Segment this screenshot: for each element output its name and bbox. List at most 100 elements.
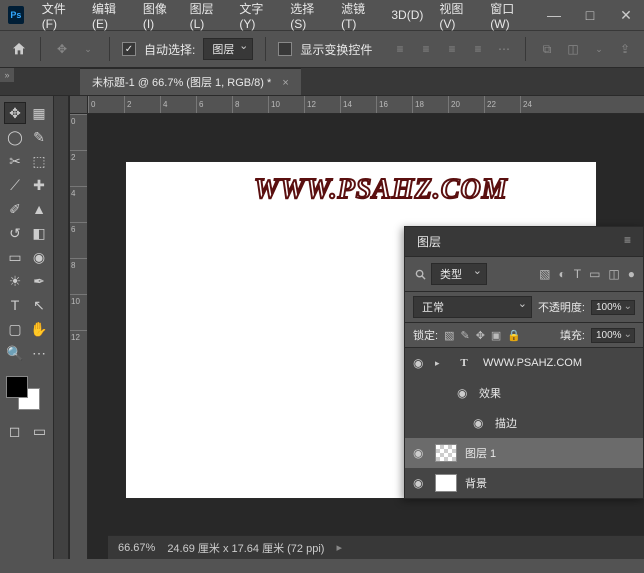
chevron-down-icon[interactable]: ⌄ (79, 40, 97, 58)
close-tab-icon[interactable]: × (282, 77, 288, 89)
divider (109, 37, 110, 61)
menu-image[interactable]: 图像(I) (135, 0, 182, 31)
layer-fx-group[interactable]: ◉ 效果 (405, 378, 643, 408)
visibility-toggle[interactable]: ◉ (457, 386, 471, 400)
horizontal-ruler[interactable]: 024681012141618202224 (88, 96, 644, 114)
app-logo: Ps (8, 6, 24, 24)
chevron-down-icon[interactable]: ⌄ (590, 40, 608, 58)
layer-fx-stroke[interactable]: ◉ 描边 (405, 408, 643, 438)
lock-pixels-icon[interactable]: ▧ (444, 329, 454, 342)
visibility-toggle[interactable]: ◉ (413, 446, 427, 460)
filter-type-icon[interactable]: T (574, 267, 581, 281)
show-transform-checkbox[interactable] (278, 42, 292, 56)
scroll-gutter[interactable] (54, 96, 69, 559)
eyedropper-tool[interactable]: ⟋ (4, 174, 26, 196)
menu-select[interactable]: 选择(S) (282, 0, 333, 31)
maximize-button[interactable]: □ (572, 0, 608, 30)
menu-filter[interactable]: 滤镜(T) (333, 0, 383, 31)
frame-tool[interactable]: ⬚ (28, 150, 50, 172)
quick-select-tool[interactable]: ✎ (28, 126, 50, 148)
overflow-icon[interactable]: ⧉ (538, 40, 556, 58)
lasso-tool[interactable]: ◯ (4, 126, 26, 148)
gradient-tool[interactable]: ▭ (4, 246, 26, 268)
blend-mode-dropdown[interactable]: 正常 (413, 296, 532, 318)
align-icon[interactable]: ≡ (417, 40, 435, 58)
edit-toolbar[interactable]: ⋯ (28, 342, 50, 364)
menu-view[interactable]: 视图(V) (431, 0, 482, 31)
home-icon[interactable] (10, 40, 28, 58)
hand-tool[interactable]: ✋ (28, 318, 50, 340)
menu-3d[interactable]: 3D(D) (383, 8, 431, 22)
vertical-ruler[interactable]: 024681012 (70, 114, 88, 559)
screen-mode-toggle[interactable]: ▭ (29, 420, 50, 442)
path-select-tool[interactable]: ↖ (28, 294, 50, 316)
collapsed-panel-toggle[interactable]: » (0, 68, 14, 82)
quick-mask-toggle[interactable]: ◻ (4, 420, 25, 442)
shape-tool[interactable]: ▢ (4, 318, 26, 340)
lock-artboard-icon[interactable]: ▣ (491, 329, 501, 342)
menu-layer[interactable]: 图层(L) (182, 0, 232, 31)
align-icon[interactable]: ≡ (469, 40, 487, 58)
lock-all-icon[interactable]: 🔒 (507, 329, 521, 342)
history-brush-tool[interactable]: ↺ (4, 222, 26, 244)
share-icon[interactable]: ⇪ (616, 40, 634, 58)
menu-window[interactable]: 窗口(W) (482, 0, 536, 31)
align-icon[interactable]: ≡ (443, 40, 461, 58)
blur-tool[interactable]: ◉ (28, 246, 50, 268)
layer-item-text[interactable]: ◉ ▸ T WWW.PSAHZ.COM (405, 348, 643, 378)
type-tool[interactable]: T (4, 294, 26, 316)
layer-name[interactable]: 背景 (465, 475, 487, 491)
fill-input[interactable]: 100% (591, 328, 635, 343)
search-icon[interactable] (413, 269, 427, 280)
stamp-tool[interactable]: ▲ (28, 198, 50, 220)
visibility-toggle[interactable]: ◉ (413, 476, 427, 490)
visibility-toggle[interactable]: ◉ (413, 356, 427, 370)
layers-panel-title[interactable]: 图层 (417, 233, 441, 250)
pen-tool[interactable]: ✒ (28, 270, 50, 292)
align-icon[interactable]: ≡ (391, 40, 409, 58)
layer-item-raster[interactable]: ◉ 图层 1 (405, 438, 643, 468)
eraser-tool[interactable]: ◧ (28, 222, 50, 244)
doc-dimensions[interactable]: 24.69 厘米 x 17.64 厘米 (72 ppi) (167, 540, 324, 556)
filter-shape-icon[interactable]: ▭ (589, 267, 600, 281)
ruler-origin[interactable] (70, 96, 88, 114)
filter-toggle-icon[interactable]: ● (628, 267, 635, 281)
filter-adjust-icon[interactable]: ◐ (558, 267, 565, 281)
menu-file[interactable]: 文件(F) (34, 0, 84, 31)
minimize-button[interactable]: — (536, 0, 572, 30)
filter-pixel-icon[interactable]: ▧ (539, 267, 550, 281)
chevron-right-icon[interactable]: ▸ (435, 358, 445, 369)
marquee-tool[interactable]: ▦ (28, 102, 50, 124)
menu-type[interactable]: 文字(Y) (231, 0, 282, 31)
lock-position-icon[interactable]: ✥ (476, 329, 485, 342)
layer-list: ◉ ▸ T WWW.PSAHZ.COM ◉ 效果 ◉ 描边 ◉ 图层 1 (405, 348, 643, 498)
document-tab[interactable]: 未标题-1 @ 66.7% (图层 1, RGB/8) * × (80, 68, 301, 95)
zoom-level[interactable]: 66.67% (118, 542, 155, 554)
layer-filter-dropdown[interactable]: 类型 (431, 263, 487, 285)
dodge-tool[interactable]: ☀ (4, 270, 26, 292)
heal-tool[interactable]: ✚ (28, 174, 50, 196)
filter-smart-icon[interactable]: ◫ (608, 267, 619, 281)
panel-menu-icon[interactable]: ≡ (624, 233, 631, 250)
close-button[interactable]: ✕ (608, 0, 644, 30)
show-transform-label: 显示变换控件 (300, 41, 372, 58)
layer-item-background[interactable]: ◉ 背景 (405, 468, 643, 498)
crop-tool[interactable]: ✂ (4, 150, 26, 172)
foreground-color-swatch[interactable] (6, 376, 28, 398)
auto-select-target-dropdown[interactable]: 图层 (203, 38, 253, 60)
opacity-input[interactable]: 100% (591, 300, 635, 315)
move-tool-icon[interactable]: ✥ (53, 40, 71, 58)
zoom-tool[interactable]: 🔍 (4, 342, 26, 364)
menu-edit[interactable]: 编辑(E) (84, 0, 135, 31)
brush-tool[interactable]: ✐ (4, 198, 26, 220)
overflow-icon[interactable]: ◫ (564, 40, 582, 58)
layer-name[interactable]: WWW.PSAHZ.COM (483, 357, 582, 369)
more-icon[interactable]: ⋯ (495, 40, 513, 58)
move-tool[interactable]: ✥ (4, 102, 26, 124)
canvas-text-layer[interactable]: WWW.PSAHZ.COM (254, 174, 508, 206)
auto-select-checkbox[interactable] (122, 42, 136, 56)
chevron-right-icon[interactable]: ▸ (336, 541, 342, 554)
layer-name[interactable]: 图层 1 (465, 445, 496, 461)
visibility-toggle[interactable]: ◉ (473, 416, 487, 430)
lock-brush-icon[interactable]: ✎ (460, 329, 469, 342)
